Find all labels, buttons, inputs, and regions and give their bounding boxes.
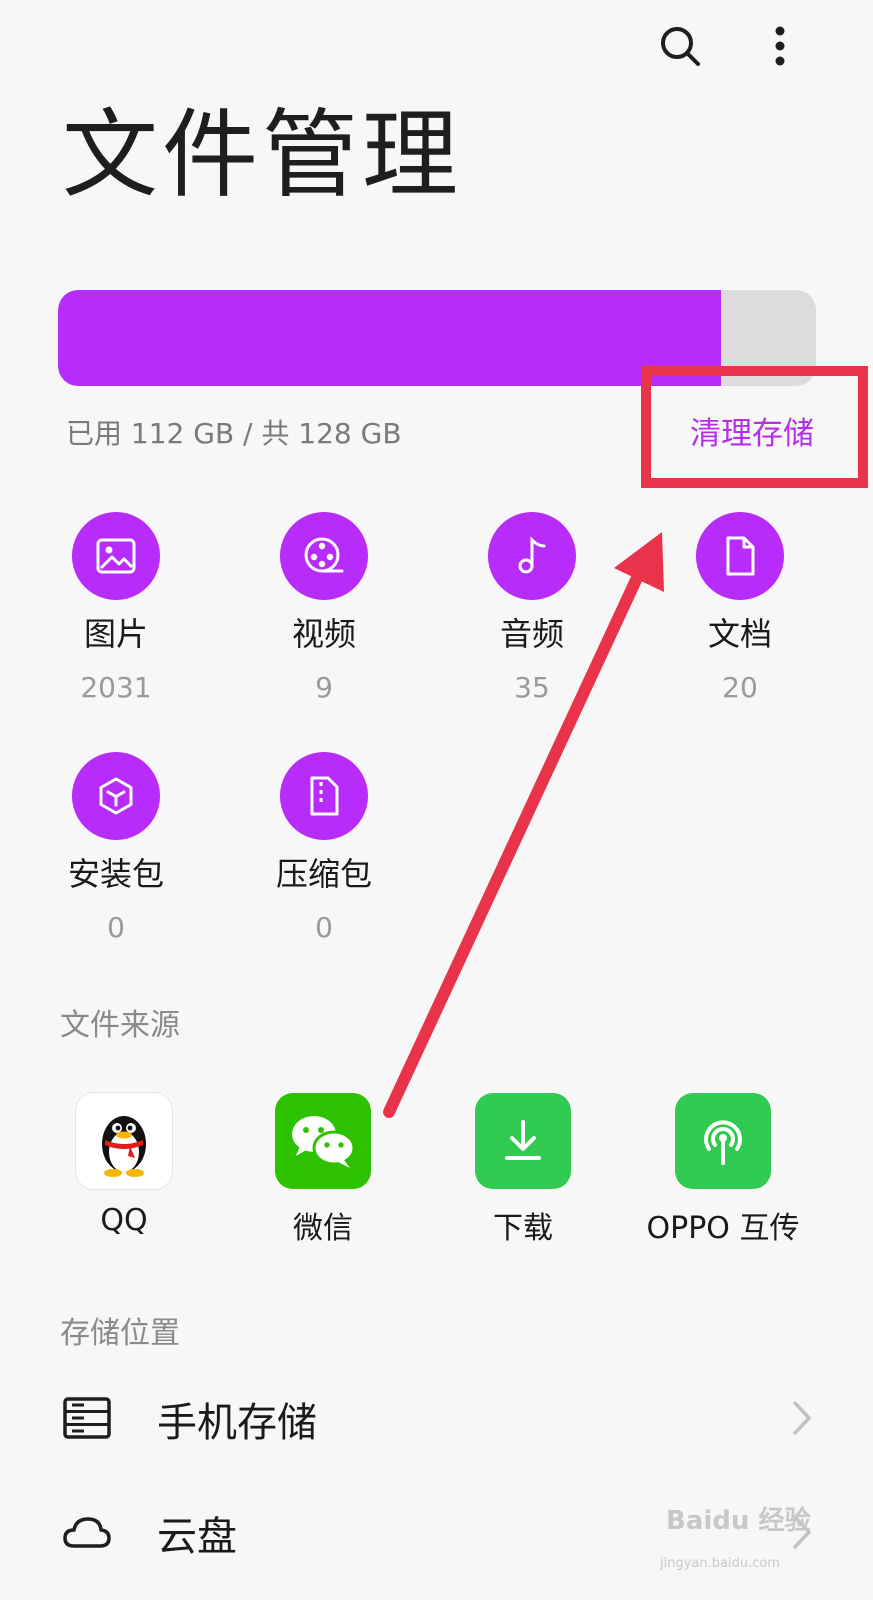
cloud-icon (63, 1517, 111, 1548)
download-icon (505, 1120, 541, 1160)
page-title: 文件管理 (62, 99, 462, 211)
more-options-button[interactable] (752, 18, 808, 74)
documents-icon-circle (696, 512, 784, 600)
file-sources-heading: 文件来源 (60, 1008, 180, 1043)
location-label: 手机存储 (157, 1400, 317, 1446)
zip-file-icon (310, 776, 339, 816)
audio-icon-circle (488, 512, 576, 600)
chevron-right-icon (793, 1401, 811, 1435)
source-label: 微信 (293, 1211, 353, 1246)
category-count: 9 (315, 671, 333, 704)
oppo-share-tile (675, 1093, 771, 1189)
source-oppo-share[interactable]: OPPO 互传 (623, 1093, 823, 1247)
music-note-icon (518, 536, 546, 574)
oppo-share-icon (704, 1120, 742, 1165)
source-qq[interactable]: QQ (24, 1093, 224, 1238)
search-button[interactable] (652, 18, 708, 74)
qq-tile (76, 1093, 172, 1189)
annotation-highlight-box (641, 366, 868, 488)
category-label: 文档 (707, 615, 772, 653)
source-label: 下载 (493, 1211, 553, 1246)
category-label: 视频 (291, 615, 356, 653)
source-wechat[interactable]: 微信 (223, 1093, 423, 1247)
category-count: 35 (514, 671, 550, 704)
images-icon-circle (72, 512, 160, 600)
download-tile (475, 1093, 571, 1189)
category-label: 图片 (83, 615, 148, 653)
baidu-watermark: Baidu 经验 (666, 1506, 811, 1536)
category-label: 音频 (499, 615, 564, 653)
category-archives[interactable]: 压缩包 0 (234, 752, 414, 948)
video-reel-icon (304, 537, 344, 573)
category-images[interactable]: 图片 2031 (26, 512, 206, 708)
source-label: QQ (100, 1203, 148, 1238)
archives-icon-circle (280, 752, 368, 840)
package-cube-icon (99, 777, 133, 815)
category-count: 2031 (80, 671, 152, 704)
category-packages[interactable]: 安装包 0 (26, 752, 206, 948)
category-documents[interactable]: 文档 20 (650, 512, 830, 708)
category-count: 20 (722, 671, 758, 704)
baidu-watermark-url: jingyan.baidu.com (660, 1556, 780, 1571)
search-icon (661, 27, 700, 66)
category-label: 安装包 (67, 855, 164, 893)
qq-penguin-icon (102, 1116, 146, 1177)
document-icon (726, 536, 755, 576)
image-icon (96, 538, 136, 574)
category-count: 0 (315, 911, 333, 944)
storage-locations-heading: 存储位置 (60, 1316, 180, 1351)
location-label: 云盘 (157, 1514, 237, 1560)
wechat-tile (275, 1093, 371, 1189)
storage-usage-fill (58, 290, 722, 386)
source-label: OPPO 互传 (646, 1211, 800, 1246)
wechat-icon (292, 1116, 356, 1168)
category-videos[interactable]: 视频 9 (234, 512, 414, 708)
videos-icon-circle (280, 512, 368, 600)
source-downloads[interactable]: 下载 (423, 1093, 623, 1247)
category-count: 0 (107, 911, 125, 944)
category-label: 压缩包 (275, 855, 372, 893)
storage-usage-text: 已用 112 GB / 共 128 GB (66, 417, 402, 450)
category-audio[interactable]: 音频 35 (442, 512, 622, 708)
more-vertical-icon (775, 26, 785, 66)
phone-storage-icon (63, 1397, 111, 1439)
location-phone-storage[interactable]: 手机存储 (0, 1368, 873, 1468)
packages-icon-circle (72, 752, 160, 840)
